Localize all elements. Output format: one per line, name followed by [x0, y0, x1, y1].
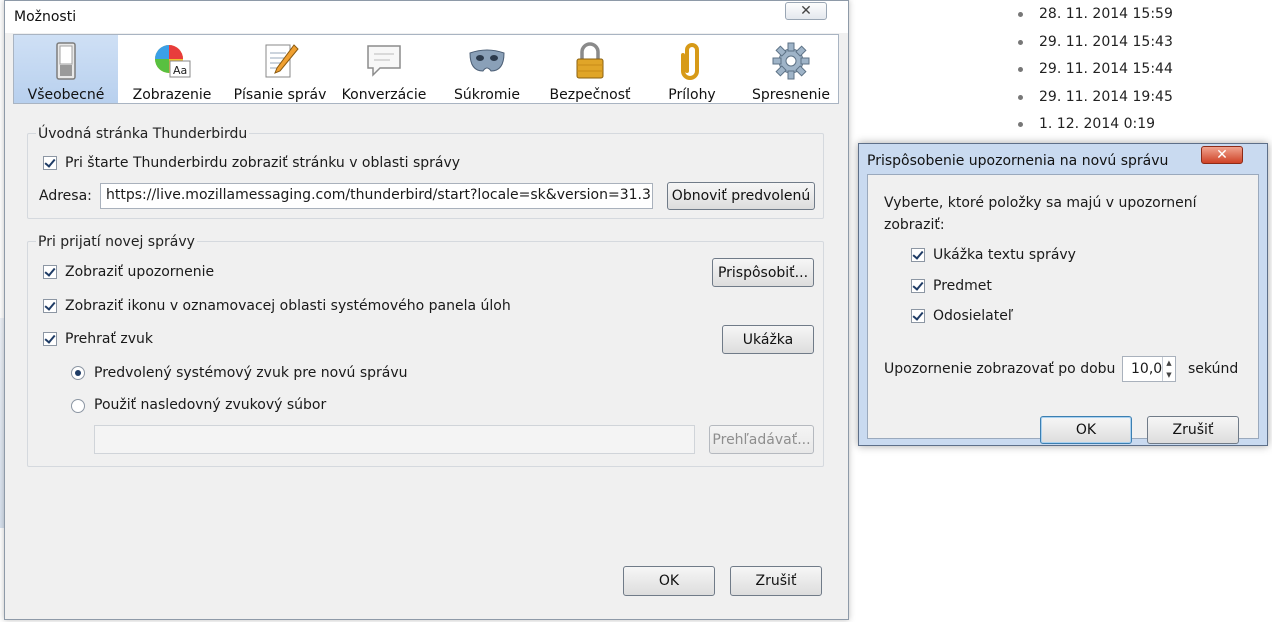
svg-text:Aa: Aa — [173, 64, 187, 77]
notepad-pencil-icon — [265, 44, 299, 78]
tab-zobrazenie[interactable]: Aa Zobrazenie — [118, 35, 226, 103]
chevron-up-icon[interactable]: ▲ — [1163, 357, 1175, 369]
use-file-label: Použiť nasledovný zvukový súbor — [94, 397, 327, 413]
dialog-title: Prispôsobenie upozornenia na novú správu — [867, 153, 1169, 169]
show-alert-label: Zobraziť upozornenie — [65, 264, 215, 280]
duration-value: 10,0 — [1131, 361, 1163, 377]
mask-icon — [469, 49, 505, 72]
tab-label: Bezpečnosť — [549, 87, 631, 103]
tab-label: Prílohy — [668, 87, 716, 103]
options-titlebar: Možnosti ✕ — [5, 1, 848, 33]
address-input[interactable]: https://live.mozillamessaging.com/thunde… — [100, 183, 653, 209]
dialog-ok-button[interactable]: OK — [1040, 416, 1132, 444]
sender-checkbox[interactable] — [911, 309, 925, 323]
close-button[interactable]: ✕ — [785, 2, 827, 20]
subject-checkbox[interactable] — [911, 279, 925, 293]
padlock-icon — [576, 42, 604, 79]
browse-button[interactable]: Prehľadávať... — [709, 425, 814, 454]
preview-sound-button[interactable]: Ukážka — [722, 325, 814, 354]
switch-icon — [56, 42, 76, 80]
ok-button[interactable]: OK — [623, 566, 715, 596]
show-tray-icon-label: Zobraziť ikonu v oznamovacej oblasti sys… — [65, 298, 511, 314]
duration-spinner[interactable]: 10,0 ▲ ▼ — [1122, 356, 1176, 382]
options-toolbar: Všeobecné Aa Zobrazenie Písanie správ Ko… — [13, 34, 839, 104]
list-item: 29. 11. 2014 15:44 — [1018, 59, 1173, 87]
subject-label: Predmet — [933, 278, 992, 294]
window-title: Možnosti — [14, 9, 77, 25]
dialog-body: Vyberte, ktoré položky sa majú v upozorn… — [867, 174, 1259, 444]
tab-spresnenie[interactable]: Spresnenie — [744, 35, 838, 103]
dialog-cancel-button[interactable]: Zrušiť — [1147, 416, 1239, 444]
show-startpage-label: Pri štarte Thunderbirdu zobraziť stránku… — [65, 155, 461, 171]
close-icon: ✕ — [800, 3, 812, 19]
tab-label: Písanie správ — [233, 87, 327, 103]
tab-pisanie-sprav[interactable]: Písanie správ — [226, 35, 334, 103]
speech-bubble-icon — [367, 45, 401, 77]
background-timestamp-list: 28. 11. 2014 15:59 29. 11. 2014 15:43 29… — [1018, 4, 1173, 142]
paperclip-icon — [681, 43, 699, 80]
gear-icon — [772, 42, 810, 80]
tab-label: Súkromie — [453, 87, 521, 103]
chevron-down-icon[interactable]: ▼ — [1163, 369, 1175, 381]
duration-label: Upozornenie zobrazovať po dobu — [884, 361, 1116, 377]
show-alert-checkbox[interactable] — [43, 265, 57, 279]
dialog-instruction: Vyberte, ktoré položky sa majú v upozorn… — [884, 195, 1197, 211]
list-item: 1. 12. 2014 0:19 — [1018, 114, 1173, 142]
address-label: Adresa: — [39, 188, 92, 204]
customize-alert-dialog: Prispôsobenie upozornenia na novú správu… — [858, 143, 1268, 446]
preview-text-checkbox[interactable] — [911, 248, 925, 262]
cancel-button[interactable]: Zrušiť — [730, 566, 822, 596]
list-item: 29. 11. 2014 15:43 — [1018, 32, 1173, 60]
spinner-arrows[interactable]: ▲ ▼ — [1162, 357, 1175, 381]
close-icon: ✕ — [1216, 147, 1228, 163]
use-file-radio[interactable] — [71, 399, 85, 413]
group-title: Úvodná stránka Thunderbirdu — [36, 126, 250, 142]
tab-sukromie[interactable]: Súkromie — [434, 35, 540, 103]
tab-konverzacie[interactable]: Konverzácie — [334, 35, 434, 103]
default-sound-radio[interactable] — [71, 366, 85, 380]
show-startpage-checkbox[interactable] — [43, 156, 57, 170]
group-title: Pri prijatí novej správy — [36, 234, 197, 250]
customize-button[interactable]: Prispôsobiť... — [712, 258, 814, 287]
restore-default-button[interactable]: Obnoviť predvolenú — [667, 182, 815, 210]
palette-icon: Aa — [155, 45, 191, 78]
show-tray-icon-checkbox[interactable] — [43, 299, 57, 313]
duration-unit: sekúnd — [1188, 361, 1239, 377]
tab-bezpecnost[interactable]: Bezpečnosť — [540, 35, 640, 103]
sound-file-input[interactable] — [94, 425, 695, 454]
list-item: 28. 11. 2014 15:59 — [1018, 4, 1173, 32]
dialog-close-button[interactable]: ✕ — [1201, 146, 1243, 164]
options-window: Možnosti ✕ Všeobecné Aa Zobrazenie Písan… — [4, 0, 849, 620]
tab-label: Všeobecné — [27, 87, 105, 103]
list-item: 29. 11. 2014 19:45 — [1018, 87, 1173, 115]
tab-label: Zobrazenie — [132, 87, 212, 103]
preview-text-label: Ukážka textu správy — [933, 247, 1076, 263]
play-sound-label: Prehrať zvuk — [65, 331, 154, 347]
sender-label: Odosielateľ — [933, 308, 1014, 324]
tab-prilohy[interactable]: Prílohy — [640, 35, 744, 103]
tab-vseobecne[interactable]: Všeobecné — [14, 35, 118, 103]
tab-label: Konverzácie — [341, 87, 427, 103]
tab-label: Spresnenie — [752, 87, 830, 103]
play-sound-checkbox[interactable] — [43, 332, 57, 346]
dialog-instruction: zobraziť: — [884, 217, 945, 233]
default-sound-label: Predvolený systémový zvuk pre novú správ… — [94, 365, 408, 381]
